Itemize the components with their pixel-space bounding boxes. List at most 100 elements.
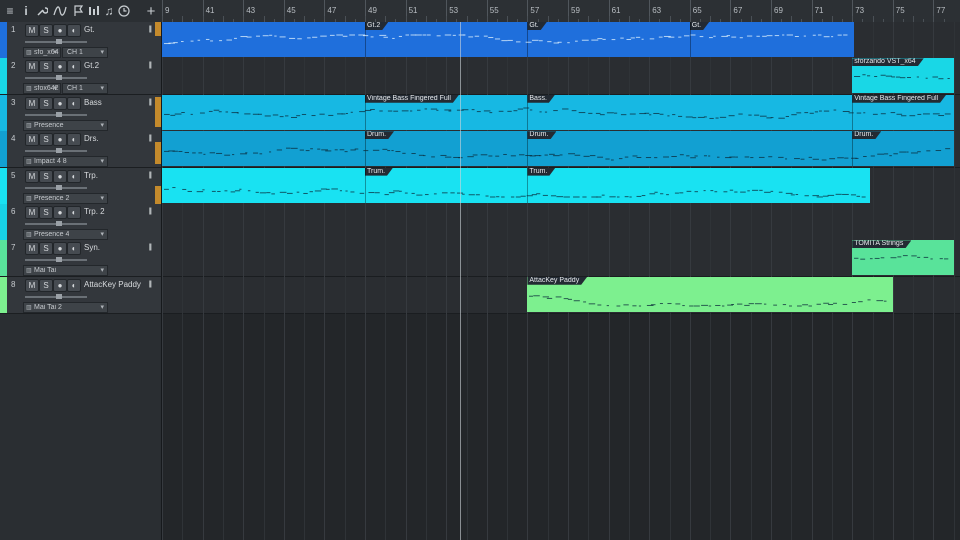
mute-button[interactable]: M (25, 60, 39, 74)
instrument-selector[interactable]: ▥ Mai Tai ▾ (23, 265, 108, 277)
mute-button[interactable]: M (25, 24, 39, 37)
track-header-8[interactable]: 8 M S ● ◐ AttacKey Paddy ||| ▥ Mai Tai 2 ▾ (0, 276, 161, 314)
solo-button[interactable]: S (39, 242, 53, 256)
monitor-button[interactable]: ◐ (67, 169, 81, 183)
track-header-1[interactable]: 1 M S ● ◐ Gt. ||| ▥ sfo_x64 ▾ CH 1 ▾ (0, 22, 161, 59)
record-arm-button[interactable]: ● (53, 169, 67, 183)
curve-icon[interactable] (52, 2, 68, 20)
midi-clip[interactable]: TOMITA Strings (852, 240, 954, 276)
channel-selector[interactable]: CH 1 ▾ (62, 47, 108, 58)
track-name[interactable]: Syn. (84, 243, 100, 252)
instrument-selector[interactable]: ▥ Presence 2 ▾ (23, 192, 108, 204)
keyboard-icon[interactable]: ||| (149, 244, 153, 251)
monitor-button[interactable]: ◐ (67, 96, 81, 110)
volume-fader-handle[interactable] (56, 221, 62, 226)
track-name[interactable]: AttacKey Paddy (84, 280, 141, 289)
keyboard-icon[interactable]: ||| (149, 99, 153, 106)
midi-clip[interactable]: Trum. Trum. (162, 167, 871, 203)
add-icon[interactable]: + (143, 2, 159, 20)
monitor-button[interactable]: ◐ (67, 242, 81, 256)
record-arm-button[interactable]: ● (53, 96, 67, 110)
solo-button[interactable]: S (39, 60, 53, 74)
solo-button[interactable]: S (39, 169, 53, 183)
info-icon[interactable]: i (18, 2, 34, 20)
timeline-ruler[interactable]: 9 41 43 45 47 49 51 53 55 57 59 61 63 65 67 69 71 73 75 77 (162, 0, 960, 23)
midi-clip[interactable]: Gt.2 Gt. Gt. (162, 22, 855, 57)
monitor-button[interactable]: ◐ (67, 133, 81, 147)
instrument-selector[interactable]: ▥ sfo_x64 ▾ (23, 47, 61, 58)
clip-name-tag[interactable]: Bass. (527, 95, 555, 103)
playhead-cursor[interactable] (460, 22, 462, 540)
instrument-selector[interactable]: ▥ Mai Tai 2 ▾ (23, 301, 108, 313)
volume-fader-handle[interactable] (56, 184, 62, 190)
clip-name-tag[interactable]: sforzando VST_x64 (852, 58, 923, 66)
record-arm-button[interactable]: ● (53, 278, 67, 292)
keyboard-icon[interactable]: ||| (149, 62, 153, 69)
arrangement-view[interactable]: Gt.2 Gt. Gt. sforzando VST_x64 Vintage Bass … (162, 22, 960, 540)
monitor-button[interactable]: ◐ (67, 278, 81, 292)
clip-name-tag[interactable]: Gt. (690, 22, 709, 30)
track-name[interactable]: Gt. (84, 25, 95, 34)
instrument-selector[interactable]: ▥ Impact 4 8 ▾ (23, 156, 108, 168)
wrench-icon[interactable] (34, 2, 50, 20)
clip-name-tag[interactable]: Vintage Bass Fingered Full (852, 95, 946, 103)
record-arm-button[interactable]: ● (53, 60, 67, 74)
volume-fader-handle[interactable] (56, 148, 62, 154)
mute-button[interactable]: M (25, 206, 39, 219)
instrument-selector[interactable]: ▥ Presence 4 ▾ (23, 229, 108, 240)
track-name[interactable]: Drs. (84, 134, 99, 143)
track-name[interactable]: Bass (84, 98, 102, 107)
clip-name-tag[interactable]: Gt. (527, 22, 546, 30)
clip-name-tag[interactable]: AttacKey Paddy (527, 277, 587, 285)
clip-name-tag[interactable]: Drum. (527, 131, 556, 139)
clip-name-tag[interactable]: Trum. (527, 168, 555, 176)
mute-button[interactable]: M (25, 278, 39, 292)
instrument-selector[interactable]: ▥ sfox642 ▾ (23, 83, 61, 95)
record-arm-button[interactable]: ● (53, 206, 67, 219)
volume-fader-handle[interactable] (56, 75, 62, 81)
track-header-6[interactable]: 6 M S ● ◐ Trp. 2 ||| ▥ Presence 4 ▾ (0, 204, 161, 241)
volume-fader-handle[interactable] (56, 111, 62, 117)
keyboard-icon[interactable]: ||| (149, 26, 153, 33)
monitor-button[interactable]: ◐ (67, 60, 81, 74)
record-arm-button[interactable]: ● (53, 133, 67, 147)
instrument-selector[interactable]: ▥ Presence ▾ (23, 119, 108, 131)
track-header-4[interactable]: 4 M S ● ◐ Drs. ||| ▥ Impact 4 8 ▾ (0, 131, 161, 169)
record-arm-button[interactable]: ● (53, 242, 67, 256)
clip-name-tag[interactable]: Drum. (365, 131, 394, 139)
track-name[interactable]: Trp. 2 (84, 207, 105, 216)
keyboard-icon[interactable]: ||| (149, 172, 153, 179)
track-lane[interactable] (162, 240, 960, 278)
volume-fader-handle[interactable] (56, 257, 62, 263)
track-lane[interactable] (162, 58, 960, 96)
note-icon[interactable]: ♫ (101, 2, 117, 20)
clip-name-tag[interactable]: Gt.2 (365, 22, 388, 30)
volume-fader-handle[interactable] (56, 293, 62, 299)
clip-name-tag[interactable]: Vintage Bass Fingered Full (365, 95, 459, 103)
midi-clip[interactable]: sforzando VST_x64 (852, 58, 954, 94)
solo-button[interactable]: S (39, 96, 53, 110)
track-name[interactable]: Gt.2 (84, 61, 99, 70)
monitor-button[interactable]: ◐ (67, 24, 81, 37)
clip-name-tag[interactable]: Drum. (852, 131, 881, 139)
solo-button[interactable]: S (39, 24, 53, 37)
mute-button[interactable]: M (25, 169, 39, 183)
track-lane[interactable] (162, 204, 960, 241)
solo-button[interactable]: S (39, 133, 53, 147)
menu-icon[interactable]: ≡ (2, 2, 18, 20)
keyboard-icon[interactable]: ||| (149, 208, 153, 215)
solo-button[interactable]: S (39, 206, 53, 219)
track-header-2[interactable]: 2 M S ● ◐ Gt.2 ||| ▥ sfox642 ▾ CH 1 ▾ (0, 58, 161, 96)
clip-name-tag[interactable]: TOMITA Strings (852, 240, 911, 248)
flag-icon[interactable] (70, 2, 86, 20)
channel-selector[interactable]: CH 1 ▾ (62, 83, 108, 95)
solo-button[interactable]: S (39, 278, 53, 292)
midi-clip[interactable]: Drum. Drum. Drum. (162, 131, 954, 167)
track-header-5[interactable]: 5 M S ● ◐ Trp. ||| ▥ Presence 2 ▾ (0, 167, 161, 205)
keyboard-icon[interactable]: ||| (149, 281, 153, 288)
track-header-3[interactable]: 3 M S ● ◐ Bass ||| ▥ Presence ▾ (0, 94, 161, 132)
mixer-icon[interactable] (86, 2, 102, 20)
midi-clip[interactable]: AttacKey Paddy (527, 276, 893, 312)
track-header-7[interactable]: 7 M S ● ◐ Syn. ||| ▥ Mai Tai ▾ (0, 240, 161, 278)
midi-clip[interactable]: Vintage Bass Fingered Full Bass. Vintage B… (162, 94, 954, 130)
